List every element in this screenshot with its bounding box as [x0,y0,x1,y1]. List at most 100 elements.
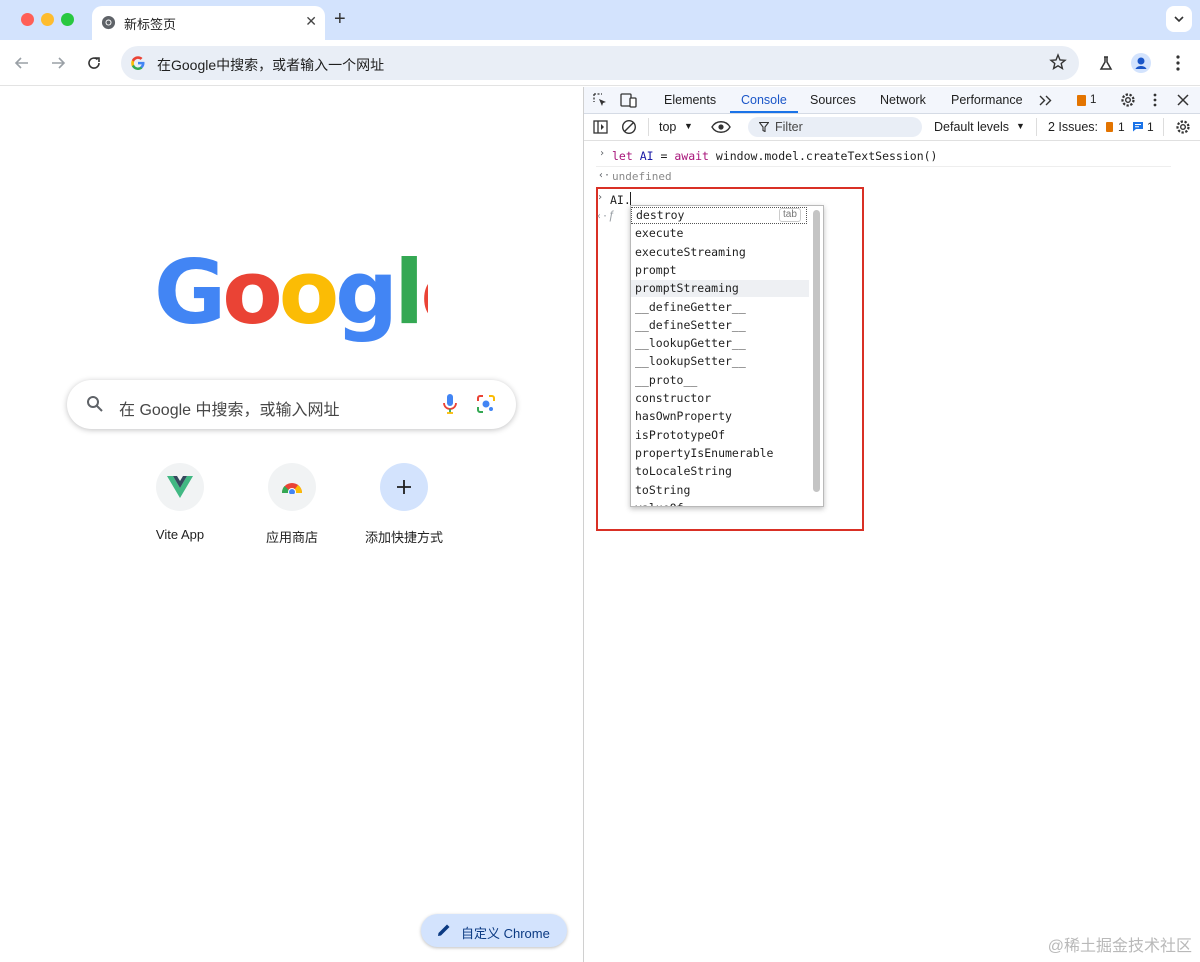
eye-icon[interactable] [711,121,731,133]
profile-button[interactable] [1131,53,1151,73]
autocomplete-item[interactable]: hasOwnProperty [631,408,809,425]
search-placeholder: 在 Google 中搜索，或输入网址 [119,402,340,419]
address-bar[interactable]: 在Google中搜索，或者输入一个网址 [121,46,1079,80]
browser-toolbar: 在Google中搜索，或者输入一个网址 [0,40,1200,86]
chrome-icon [101,15,116,30]
arrow-left-icon [14,57,28,69]
autocomplete-item[interactable]: toString [631,482,809,499]
issues-label[interactable]: 2 Issues: [1048,120,1098,134]
search-box[interactable]: 在 Google 中搜索，或输入网址 [67,380,516,429]
chrome-menu-button[interactable] [1168,53,1188,73]
more-vert-icon [1176,55,1180,71]
log-levels-dropdown[interactable]: Default levels [934,120,1009,134]
settings-gear-icon[interactable] [1120,92,1136,108]
tab-search-button[interactable] [1166,6,1192,32]
search-icon [87,396,103,412]
console-settings-gear-icon[interactable] [1175,119,1191,135]
flask-icon [1099,56,1113,70]
tab-console[interactable]: Console [741,93,787,107]
warning-flag-icon [1106,122,1113,132]
autocomplete-dropdown[interactable]: destroy execute executeStreaming prompt prom… [630,205,824,507]
autocomplete-item[interactable]: prompt [631,262,809,279]
autocomplete-item[interactable]: __defineSetter__ [631,317,809,334]
address-bar-text: 在Google中搜索，或者输入一个网址 [157,57,385,73]
issue-badge-count[interactable]: 1 [1090,94,1096,106]
caret-down-icon: ▼ [1016,121,1025,131]
divider [1036,118,1037,136]
input-prompt-icon: › [597,192,604,203]
tab-sources[interactable]: Sources [810,93,856,107]
watermark: @稀土掘金技术社区 [1047,938,1192,955]
device-toolbar-icon[interactable] [620,93,637,108]
browser-window: 新标签页 ✕ + 在Google中搜索，或者输入一个网址 Googl 在 Goo… [0,0,1200,962]
microphone-icon[interactable] [442,393,458,415]
clear-console-icon[interactable] [621,119,637,135]
tab-network[interactable]: Network [880,93,926,107]
context-selector[interactable]: top [659,120,676,134]
autocomplete-item[interactable]: executeStreaming [631,244,809,261]
autocomplete-item[interactable]: __lookupGetter__ [631,335,809,352]
autocomplete-item[interactable]: __lookupSetter__ [631,353,809,370]
close-tab-icon[interactable]: ✕ [305,13,317,30]
back-button[interactable] [12,53,32,73]
tab-elements[interactable]: Elements [664,93,716,107]
autocomplete-item[interactable]: execute [631,225,809,242]
autocomplete-item[interactable]: constructor [631,390,809,407]
issues-warning-count: 1 [1118,120,1125,134]
autocomplete-item[interactable]: promptStreaming [631,280,809,298]
warning-flag-icon [1077,95,1086,106]
chevron-down-icon [1174,16,1184,23]
new-tab-page: Google 在 Google 中搜索，或输入网址 Vite App 应用商店 [0,87,583,962]
more-vert-icon[interactable] [1153,93,1157,107]
autocomplete-item[interactable]: toLocaleString [631,463,809,480]
autocomplete-item[interactable]: isPrototypeOf [631,427,809,444]
customize-chrome-label: 自定义 Chrome [461,926,550,941]
customize-chrome-button[interactable]: 自定义 Chrome [421,914,567,947]
active-tab-indicator [730,111,798,113]
google-lens-icon[interactable] [476,394,496,414]
google-g-icon [131,56,145,70]
console-output-line: undefined [612,170,672,183]
return-arrow-icon: ‹· [598,170,611,181]
avatar-icon [1131,53,1151,73]
maximize-window-button[interactable] [61,13,74,26]
shortcut-vite-app[interactable]: Vite App [125,463,235,542]
autocomplete-item[interactable]: __proto__ [631,372,809,389]
google-logo: Google [154,245,428,344]
sidebar-toggle-icon[interactable] [593,120,608,134]
input-prompt-icon: › [599,148,606,159]
close-icon[interactable] [1177,94,1189,106]
more-tabs-icon[interactable] [1039,95,1053,106]
browser-tab[interactable]: 新标签页 ✕ [92,6,325,40]
console-input-line[interactable]: let AI = await window.model.createTextSe… [612,149,937,163]
forward-button[interactable] [48,53,68,73]
console-current-input[interactable]: AI. [610,193,631,207]
divider [648,118,649,136]
minimize-window-button[interactable] [41,13,54,26]
filter-funnel-icon [759,122,769,132]
filter-input[interactable]: Filter [748,117,922,137]
tab-strip: 新标签页 ✕ + [0,0,1200,40]
pencil-icon [438,924,450,936]
console-toolbar: top ▼ Filter Default levels ▼ 2 Issues: … [584,114,1200,141]
text-cursor [630,192,631,206]
shortcut-web-store[interactable]: 应用商店 [237,463,347,546]
tab-title: 新标签页 [124,17,177,32]
autocomplete-item[interactable]: __defineGetter__ [631,299,809,316]
reload-button[interactable] [84,53,104,73]
arrow-right-icon [52,57,66,69]
close-window-button[interactable] [21,13,34,26]
svg-text:Google: Google [154,245,428,344]
autocomplete-scrollbar[interactable] [813,210,820,492]
labs-button[interactable] [1096,53,1116,73]
autocomplete-item[interactable]: valueOf [631,500,809,506]
new-tab-button[interactable]: + [334,8,346,30]
shortcut-label: 添加快捷方式 [364,530,443,545]
vue-logo-icon [167,476,193,498]
shortcut-add[interactable]: 添加快捷方式 [349,463,459,546]
bookmark-star-icon[interactable] [1049,53,1067,71]
autocomplete-item[interactable]: propertyIsEnumerable [631,445,809,462]
inspect-element-icon[interactable] [593,93,608,108]
console-output[interactable]: › let AI = await window.model.createText… [584,141,1200,962]
tab-performance[interactable]: Performance [951,93,1023,107]
